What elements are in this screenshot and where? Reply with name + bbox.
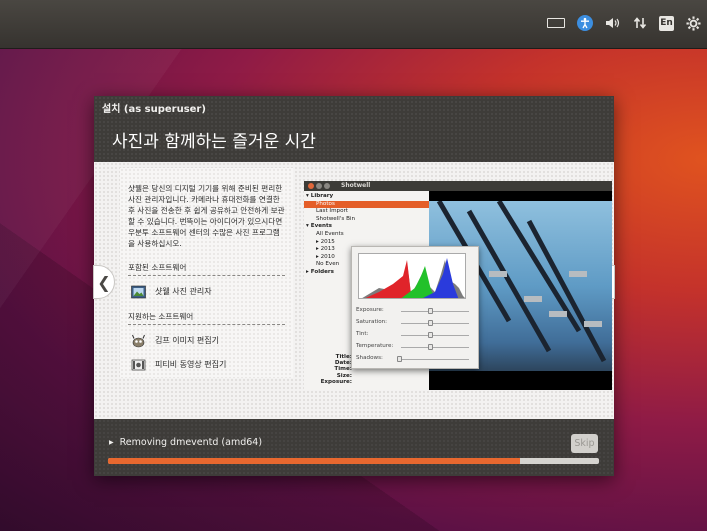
pitivi-icon: [131, 357, 146, 372]
app-name: 김프 이미지 편집기: [155, 336, 219, 345]
histogram: [358, 253, 466, 299]
language-indicator[interactable]: En: [659, 15, 674, 31]
minimize-dot-icon: [316, 183, 322, 189]
saturation-slider[interactable]: Saturation:: [356, 319, 476, 327]
indicator-area: En: [547, 14, 701, 32]
close-dot-icon: [308, 183, 314, 189]
volume-icon[interactable]: [605, 14, 621, 32]
temperature-slider[interactable]: Temperature:: [356, 343, 476, 351]
shotwell-icon: [131, 284, 146, 299]
adjust-panel: Exposure: Saturation: Tint: Temperature:…: [351, 246, 479, 369]
app-item-pitivi: 피티비 동영상 편집기: [128, 356, 285, 373]
slide-description: 샷웰은 당신의 디지털 기기를 위해 준비된 편리한 사진 관리자입니다. 카메…: [128, 184, 285, 248]
shotwell-screenshot: Shotwell ▾ Library Photos Last Import Shotw…: [304, 181, 612, 390]
skip-button[interactable]: Skip: [571, 434, 598, 453]
power-gear-icon[interactable]: [686, 14, 701, 32]
keyboard-icon[interactable]: [547, 14, 565, 32]
tree-item: Last Import: [316, 208, 348, 215]
top-panel: En: [0, 0, 707, 49]
app-name: 피티비 동영상 편집기: [155, 360, 227, 369]
status-text: Removing dmeventd (amd64): [119, 437, 263, 448]
progress-fill: [108, 458, 521, 464]
included-software-label: 포함된 소프트웨어: [128, 262, 285, 276]
window-title: 설치 (as superuser): [102, 104, 206, 115]
tree-item: Photos: [304, 200, 429, 209]
window-header: 설치 (as superuser) 사진과 함께하는 즐거운 시간: [94, 96, 614, 162]
install-status: ▶ Removing dmeventd (amd64): [109, 437, 262, 448]
tree-item: ▾ Events: [306, 223, 333, 230]
info-label: Exposure:: [320, 378, 352, 385]
network-icon[interactable]: [633, 14, 647, 32]
tree-item: Shotwell's Bin: [316, 215, 356, 222]
install-progress-bar: [108, 458, 599, 464]
slide-text-card: 샷웰은 당신의 디지털 기기를 위해 준비된 편리한 사진 관리자입니다. 카메…: [120, 168, 293, 378]
shadows-slider[interactable]: Shadows:: [356, 355, 476, 363]
gimp-icon: [131, 333, 146, 348]
slide-heading: 사진과 함께하는 즐거운 시간: [112, 132, 316, 152]
tree-item: ▾ Library: [306, 193, 334, 199]
app-name: 샷웰 사진 관리자: [155, 287, 212, 296]
supported-software-label: 지원하는 소프트웨어: [128, 311, 285, 325]
tree-item: All Events: [316, 230, 344, 237]
screenshot-titlebar: Shotwell: [304, 181, 612, 191]
app-item-gimp: 김프 이미지 편집기: [128, 332, 285, 349]
maximize-dot-icon: [324, 183, 330, 189]
screenshot-app-title: Shotwell: [341, 182, 371, 189]
exposure-slider[interactable]: Exposure:: [356, 307, 476, 315]
slideshow-area: 샷웰은 당신의 디지털 기기를 위해 준비된 편리한 사진 관리자입니다. 카메…: [93, 162, 615, 419]
previous-slide-button[interactable]: ❮: [93, 265, 115, 299]
app-item-shotwell: 샷웰 사진 관리자: [128, 283, 285, 300]
accessibility-icon[interactable]: [577, 15, 593, 31]
expand-triangle-icon[interactable]: ▶: [109, 439, 114, 446]
tint-slider[interactable]: Tint:: [356, 331, 476, 339]
window-footer: ▶ Removing dmeventd (amd64) Skip: [94, 419, 614, 476]
installer-window: 설치 (as superuser) 사진과 함께하는 즐거운 시간 샷웰은 당신…: [93, 96, 615, 476]
